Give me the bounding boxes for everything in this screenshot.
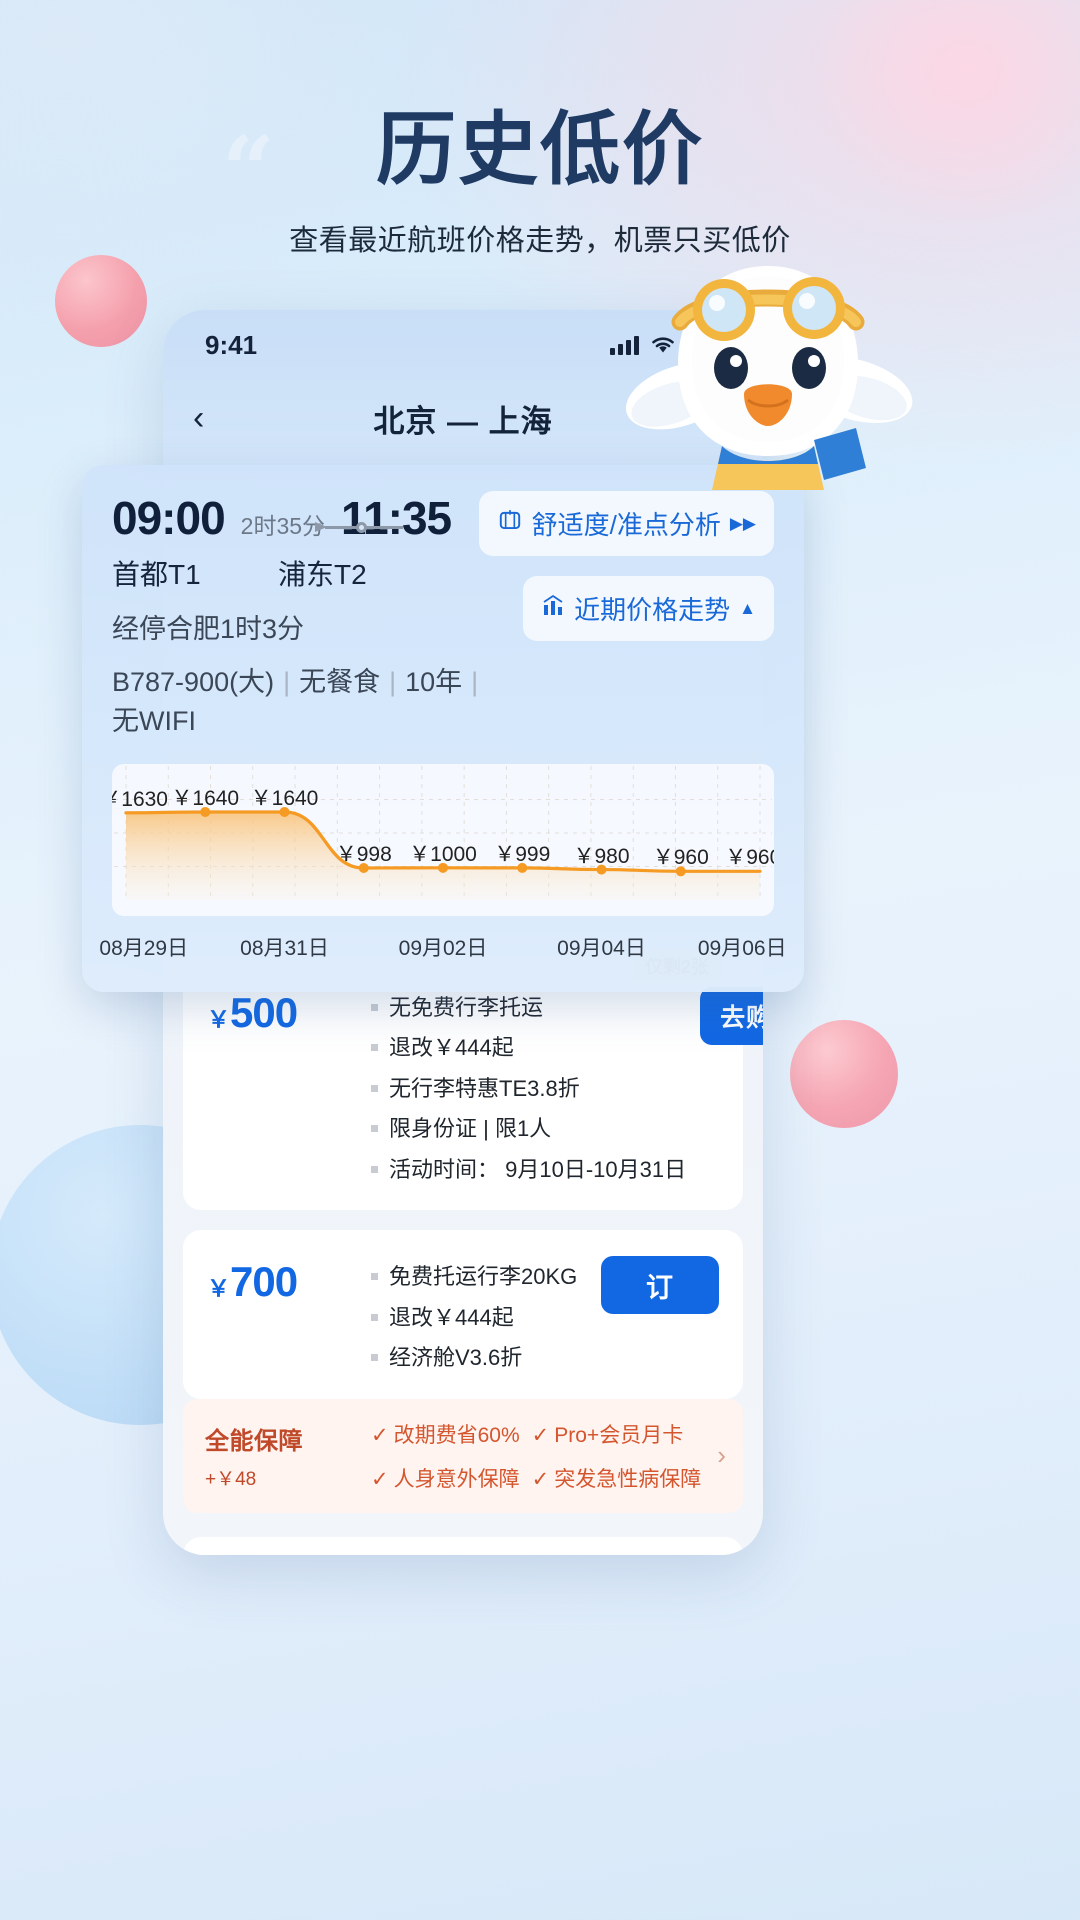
flight-times-block: 09:00 2时35分 11:35 首都T1 浦东T2 经停合肥1时3分 B78… <box>112 491 508 738</box>
terminals-row: 首都T1 浦东T2 <box>112 553 508 593</box>
list-item: 限身份证 | 限1人 <box>371 1114 686 1143</box>
insurance-info: 全能保障 +￥48 <box>205 1421 355 1491</box>
feature-list: 无免费行李托运 退改￥444起 无行李特惠TE3.8折 限身份证 | 限1人 活… <box>371 987 686 1184</box>
benefit-item: ✓ 人身意外保障 <box>371 1467 520 1491</box>
buy-button[interactable]: 去购买 <box>700 987 763 1045</box>
background-blob-pink-right <box>790 1020 898 1128</box>
axis-tick-label: 09月04日 <box>557 937 646 960</box>
ticket-card[interactable]: ￥500 无免费行李托运 退改￥444起 无行李特惠TE3.8折 限身份证 | … <box>183 949 763 1211</box>
ticket-card[interactable]: ￥700 免费托运行李20KG 退改￥444起 经济舱V3.6折 订 <box>183 1230 743 1399</box>
chart-point-label: ￥998 <box>335 842 392 866</box>
page-subtitle: 查看最近航班价格走势，机票只买低价 <box>289 224 791 257</box>
flight-detail-overlay: 09:00 2时35分 11:35 首都T1 浦东T2 经停合肥1时3分 B78… <box>82 465 804 992</box>
mascot-duck-illustration <box>625 266 913 490</box>
chevron-right-icon[interactable]: › <box>717 1440 726 1471</box>
ticket-price: ￥700 <box>207 1258 298 1306</box>
list-item: 无免费行李托运 <box>371 993 686 1022</box>
duration-text: 2时35分 <box>240 513 326 539</box>
axis-tick-label: 08月29日 <box>99 937 189 960</box>
list-item: 经济舱V3.6折 <box>371 1343 587 1372</box>
aircraft-info: B787-900(大) | 无餐食 | 10年 |无WIFI <box>112 667 479 736</box>
duration-block: 2时35分 <box>240 513 368 541</box>
insurance-bundle[interactable]: 全能保障 +￥48 ✓ 改期费省60% ✓ Pro+会员月卡 ✓ 人身意外保障 ✓ 突发… <box>183 1398 743 1513</box>
price-block: ￥700 <box>207 1256 357 1372</box>
chevron-up-icon: ▲ <box>739 598 756 618</box>
feature-list: 免费托运行李20KG 退改￥444起 经济舱V3.6折 <box>371 1256 587 1372</box>
action-block: 仅剩2张 去购买 <box>632 949 763 1184</box>
depart-terminal: 首都T1 <box>112 559 201 590</box>
chart-point-label: ￥960 <box>725 846 774 870</box>
stopover-info: 经停合肥1时3分 <box>112 614 305 644</box>
axis-tick-label: 09月06日 <box>697 937 787 960</box>
list-item: 退改￥444起 <box>371 1303 587 1332</box>
benefit-item: ✓ Pro+会员月卡 <box>531 1423 684 1447</box>
axis-tick-label: 09月02日 <box>398 937 488 960</box>
chart-point-label: ￥1640 <box>250 786 319 810</box>
chart-point-label: ￥980 <box>573 844 630 868</box>
insurance-benefits: ✓ 改期费省60% ✓ Pro+会员月卡 ✓ 人身意外保障 ✓ 突发急性病保障 <box>371 1419 701 1493</box>
axis-tick-label: 08月31日 <box>240 937 329 960</box>
chart-point-label: ￥1630 <box>112 787 168 811</box>
list-item: 无行李特惠TE3.8折 <box>371 1074 686 1103</box>
depart-time: 09:00 <box>112 492 226 544</box>
list-item: 退改￥444起 <box>371 1033 686 1062</box>
chart-point-label: ￥1000 <box>409 842 477 866</box>
trend-chart-icon <box>541 594 565 623</box>
insurance-title: 全能保障 <box>205 1427 303 1455</box>
arrive-terminal: 浦东T2 <box>278 559 367 590</box>
page-title: 历史低价 <box>376 105 704 194</box>
ticket-price: ￥500 <box>207 989 298 1036</box>
benefit-item: ✓ 改期费省60% <box>371 1423 520 1447</box>
status-time: 9:41 <box>205 329 258 360</box>
seat-icon <box>497 508 523 539</box>
action-block: 订 <box>601 1256 719 1372</box>
benefit-item: ✓ 突发急性病保障 <box>531 1467 702 1491</box>
chart-point-label: ￥960 <box>652 846 709 870</box>
chart-point-label: ￥1640 <box>171 786 240 810</box>
overlay-header: 09:00 2时35分 11:35 首都T1 浦东T2 经停合肥1时3分 B78… <box>112 491 774 738</box>
hero-section: “ 历史低价 查看最近航班价格走势，机票只买低价 <box>0 105 1080 259</box>
chart-x-axis: 08月29日 08月31日 09月02日 09月04日 09月06日 <box>99 932 786 962</box>
price-trend-button[interactable]: 近期价格走势 ▲ <box>523 576 774 641</box>
price-trend-chart: ￥1630￥1640￥1640￥998￥1000￥999￥980￥960￥960 <box>112 764 774 916</box>
insurance-price: +￥48 <box>205 1468 257 1490</box>
background-blob-pink-left <box>55 255 147 347</box>
times-row: 09:00 2时35分 11:35 <box>112 491 508 545</box>
ticket-card[interactable]: ￥700 免费托运行李20KG 退改￥444起 经济舱V3.6折 订 <box>183 1536 743 1555</box>
list-item: 活动时间： 9月10日-10月31日 <box>371 1155 686 1184</box>
arrive-time: 11:35 <box>341 492 452 544</box>
order-button[interactable]: 订 <box>601 1256 719 1315</box>
list-item: 免费托运行李20KG <box>371 1262 587 1291</box>
price-trend-label: 近期价格走势 <box>574 595 731 625</box>
price-block: ￥500 <box>207 987 357 1184</box>
chart-point-label: ￥999 <box>494 842 551 866</box>
